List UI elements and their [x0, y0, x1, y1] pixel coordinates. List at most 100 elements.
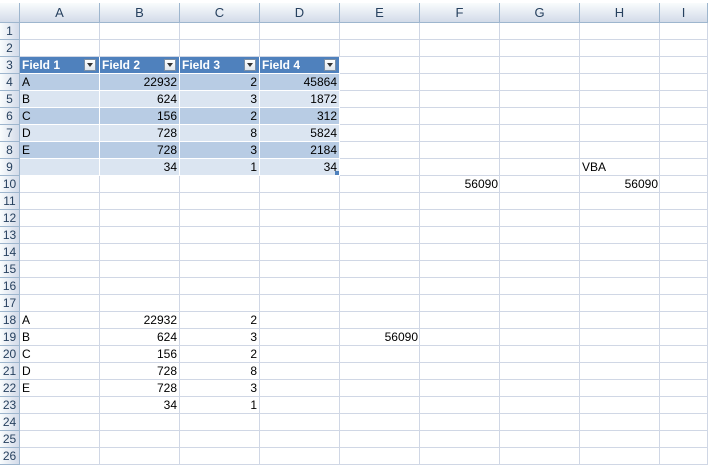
- row-header-15[interactable]: 15: [0, 261, 20, 278]
- grid-cell[interactable]: [180, 431, 260, 448]
- cell-h9[interactable]: VBA: [580, 159, 660, 176]
- grid-cell[interactable]: [420, 40, 500, 57]
- grid-cell[interactable]: [500, 295, 580, 312]
- grid-cell[interactable]: [100, 244, 180, 261]
- list-cell[interactable]: 728: [100, 363, 180, 380]
- grid-cell[interactable]: [260, 448, 340, 465]
- row-header-24[interactable]: 24: [0, 414, 20, 431]
- grid-cell[interactable]: [500, 414, 580, 431]
- grid-cell[interactable]: [180, 278, 260, 295]
- grid-cell[interactable]: [660, 142, 708, 159]
- row-header-13[interactable]: 13: [0, 227, 20, 244]
- grid-cell[interactable]: [580, 244, 660, 261]
- grid-cell[interactable]: [500, 210, 580, 227]
- list-cell[interactable]: C: [20, 346, 100, 363]
- grid-cell[interactable]: [660, 159, 708, 176]
- grid-cell[interactable]: [20, 176, 100, 193]
- grid-cell[interactable]: [340, 244, 420, 261]
- grid-cell[interactable]: [580, 363, 660, 380]
- grid-cell[interactable]: [500, 108, 580, 125]
- grid-cell[interactable]: [420, 448, 500, 465]
- grid-cell[interactable]: [100, 295, 180, 312]
- grid-cell[interactable]: [420, 329, 500, 346]
- grid-cell[interactable]: [420, 74, 500, 91]
- grid-cell[interactable]: [340, 227, 420, 244]
- list-cell[interactable]: 2: [180, 346, 260, 363]
- table-cell[interactable]: 8: [180, 125, 260, 142]
- grid-cell[interactable]: [580, 346, 660, 363]
- grid-cell[interactable]: [580, 193, 660, 210]
- row-header-17[interactable]: 17: [0, 295, 20, 312]
- table-cell[interactable]: 624: [100, 91, 180, 108]
- row-header-16[interactable]: 16: [0, 278, 20, 295]
- list-cell[interactable]: B: [20, 329, 100, 346]
- grid-cell[interactable]: [500, 329, 580, 346]
- grid-cell[interactable]: [180, 193, 260, 210]
- row-header-10[interactable]: 10: [0, 176, 20, 193]
- grid-cell[interactable]: [580, 414, 660, 431]
- grid-cell[interactable]: [180, 414, 260, 431]
- grid-cell[interactable]: [500, 312, 580, 329]
- grid-cell[interactable]: [100, 261, 180, 278]
- grid-cell[interactable]: [260, 193, 340, 210]
- table-cell[interactable]: 3: [180, 91, 260, 108]
- grid-cell[interactable]: [580, 431, 660, 448]
- grid-cell[interactable]: [340, 74, 420, 91]
- list-cell[interactable]: E: [20, 380, 100, 397]
- table-cell[interactable]: 1872: [260, 91, 340, 108]
- grid-cell[interactable]: [500, 74, 580, 91]
- grid-cell[interactable]: [660, 380, 708, 397]
- grid-cell[interactable]: [580, 125, 660, 142]
- list-cell[interactable]: 1: [180, 397, 260, 414]
- grid-cell[interactable]: [420, 278, 500, 295]
- grid-cell[interactable]: [100, 210, 180, 227]
- grid-cell[interactable]: [260, 176, 340, 193]
- grid-cell[interactable]: [660, 108, 708, 125]
- select-all-corner[interactable]: [0, 3, 20, 23]
- column-header-b[interactable]: B: [100, 3, 180, 23]
- grid-cell[interactable]: [500, 142, 580, 159]
- grid-cell[interactable]: [660, 346, 708, 363]
- grid-cell[interactable]: [420, 142, 500, 159]
- grid-cell[interactable]: [420, 295, 500, 312]
- row-header-22[interactable]: 22: [0, 380, 20, 397]
- table-cell[interactable]: 2184: [260, 142, 340, 159]
- grid-cell[interactable]: [660, 295, 708, 312]
- grid-cell[interactable]: [420, 91, 500, 108]
- grid-cell[interactable]: [20, 295, 100, 312]
- grid-cell[interactable]: [340, 23, 420, 40]
- grid-cell[interactable]: [500, 448, 580, 465]
- table-cell[interactable]: 2: [180, 74, 260, 91]
- grid-cell[interactable]: [260, 40, 340, 57]
- grid-cell[interactable]: [260, 244, 340, 261]
- grid-cell[interactable]: [420, 210, 500, 227]
- grid-cell[interactable]: [340, 142, 420, 159]
- grid-cell[interactable]: [500, 125, 580, 142]
- grid-cell[interactable]: [500, 363, 580, 380]
- table-header-field-2[interactable]: Field 2: [100, 57, 180, 74]
- table-cell[interactable]: 1: [180, 159, 260, 176]
- grid-cell[interactable]: [660, 57, 708, 74]
- grid-cell[interactable]: [660, 431, 708, 448]
- table-cell[interactable]: E: [20, 142, 100, 159]
- grid-cell[interactable]: [420, 125, 500, 142]
- table-cell[interactable]: [20, 159, 100, 176]
- grid-cell[interactable]: [500, 278, 580, 295]
- grid-cell[interactable]: [180, 227, 260, 244]
- grid-cell[interactable]: [260, 414, 340, 431]
- list-cell[interactable]: 2: [180, 312, 260, 329]
- grid-cell[interactable]: [580, 57, 660, 74]
- grid-cell[interactable]: [180, 210, 260, 227]
- grid-cell[interactable]: [420, 431, 500, 448]
- grid-cell[interactable]: [260, 312, 340, 329]
- grid-cell[interactable]: [500, 176, 580, 193]
- row-header-21[interactable]: 21: [0, 363, 20, 380]
- grid-cell[interactable]: [580, 312, 660, 329]
- grid-cell[interactable]: [100, 193, 180, 210]
- grid-cell[interactable]: [580, 108, 660, 125]
- row-header-4[interactable]: 4: [0, 74, 20, 91]
- grid-cell[interactable]: [20, 414, 100, 431]
- row-header-1[interactable]: 1: [0, 23, 20, 40]
- grid-cell[interactable]: [500, 431, 580, 448]
- row-header-20[interactable]: 20: [0, 346, 20, 363]
